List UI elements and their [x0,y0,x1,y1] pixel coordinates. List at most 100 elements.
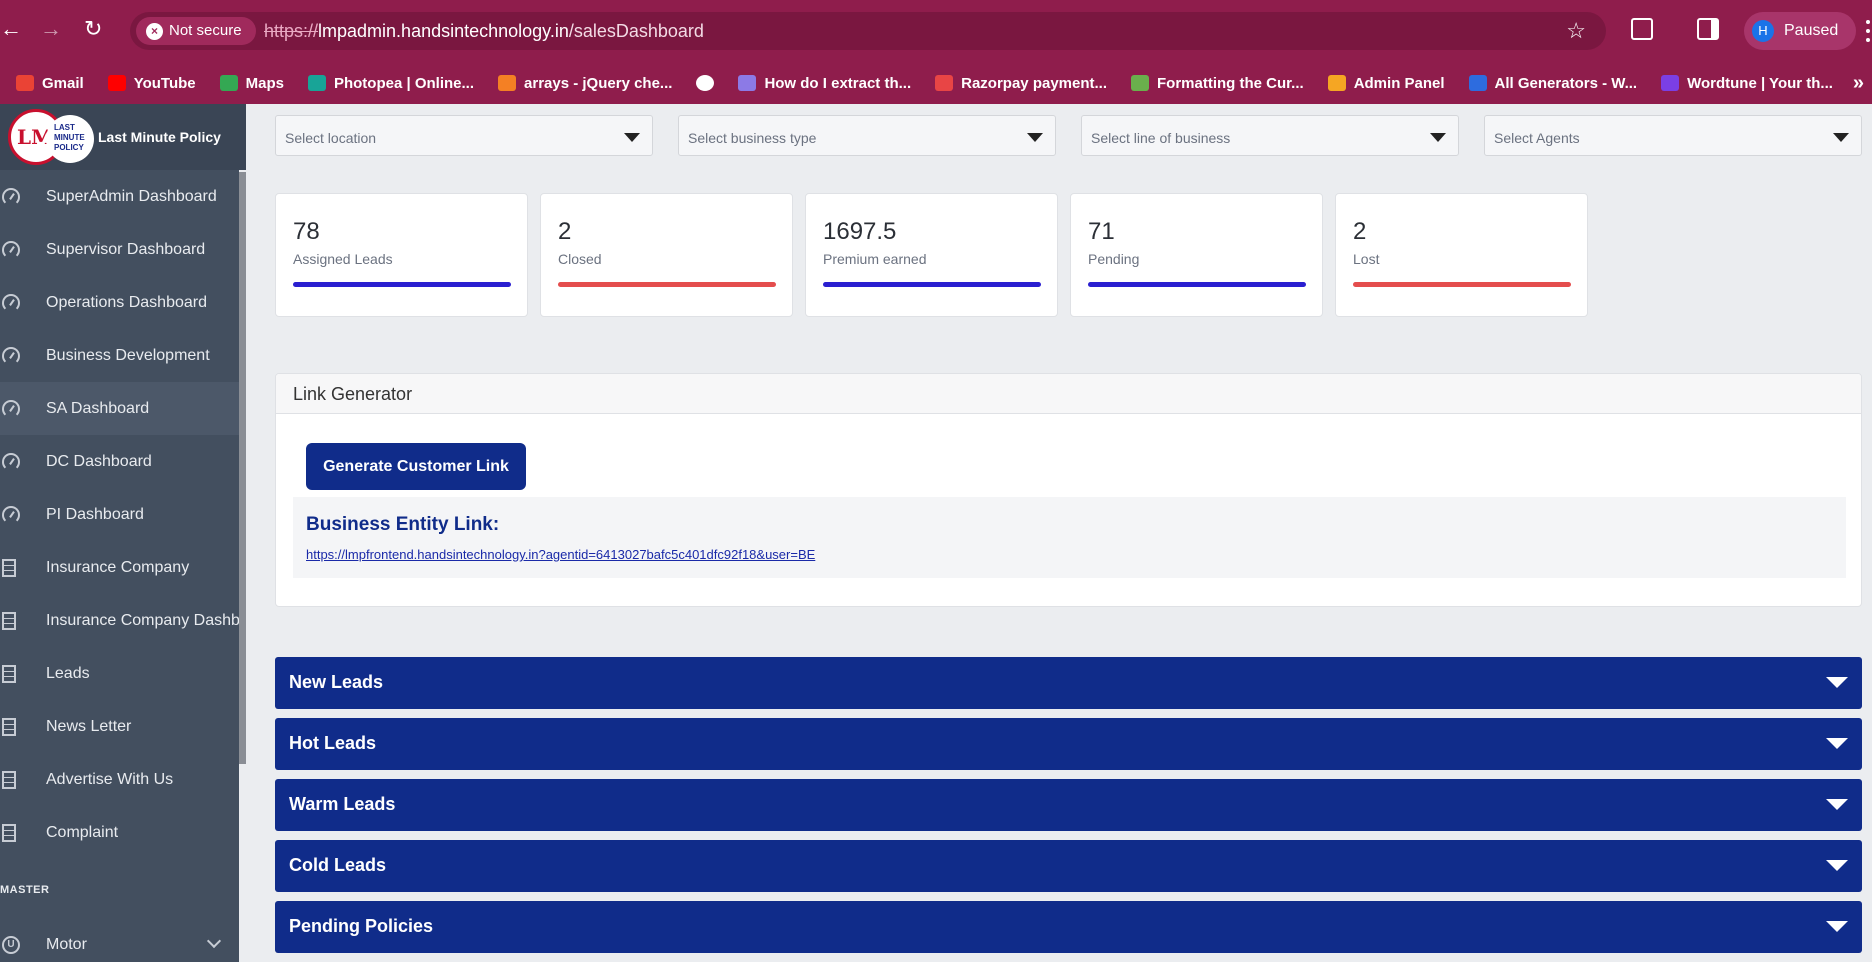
sidebar-item-motor[interactable]: U Motor [0,928,239,962]
bookmark-label: Photopea | Online... [333,74,475,92]
bookmark-favicon-icon [219,75,238,91]
line-of-business-select[interactable]: Select line of business [1081,115,1459,156]
location-select[interactable]: Select location [275,115,653,156]
stat-label: Pending [1088,251,1140,267]
stat-card-closed: 2 Closed [540,193,793,317]
accordion-label: Cold Leads [289,855,387,875]
sidebar-item-label: Business Development [46,346,210,364]
bookmark-item[interactable]: Photopea | Online... [296,62,486,104]
sidebar-item-pi-dashboard[interactable]: PI Dashboard [0,488,239,541]
sidebar-item-advertise-with-us[interactable]: Advertise With Us [0,753,239,806]
caret-down-icon [624,133,640,142]
building-icon [2,770,16,789]
stat-value: 2 [558,218,572,245]
url-path: /salesDashboard [568,21,704,41]
address-bar[interactable]: × Not secure https://lmpadmin.handsintec… [130,12,1606,50]
bookmark-item[interactable]: Gmail [4,62,96,104]
profile-status: Paused [1784,22,1839,39]
agents-select[interactable]: Select Agents [1484,115,1862,156]
extensions-icon[interactable] [1631,18,1653,40]
business-type-select[interactable]: Select business type [678,115,1056,156]
forward-icon[interactable]: → [40,17,62,41]
accordion-new-leads[interactable]: New Leads [275,657,1862,709]
url-text[interactable]: https://lmpadmin.handsintechnology.in/sa… [264,12,704,50]
sidebar-item-label: Complaint [46,823,119,841]
brand[interactable]: LMP LAST MINUTE POLICY Last Minute Policy [0,104,246,170]
accordion-label: Pending Policies [289,916,434,936]
generate-customer-link-button[interactable]: Generate Customer Link [306,443,526,490]
back-icon[interactable]: ← [0,17,22,41]
bookmark-favicon-icon [738,75,757,91]
bookmark-label: Formatting the Cur... [1157,74,1304,92]
profile-button[interactable]: H Paused [1744,12,1856,50]
bookmarks-overflow-icon[interactable]: » [1853,72,1864,95]
accordion-label: Warm Leads [289,794,396,814]
accordion-hot-leads[interactable]: Hot Leads [275,718,1862,770]
bookmark-item[interactable]: Razorpay payment... [923,62,1119,104]
bookmark-favicon-icon [935,75,954,91]
side-panel-icon[interactable] [1697,18,1719,40]
stat-card-premium-earned: 1697.5 Premium earned [805,193,1058,317]
sidebar-item-label: Motor [46,936,87,953]
stat-bar [293,282,511,287]
sidebar-item-insurance-company[interactable]: Insurance Company [0,541,239,594]
bookmark-item[interactable] [684,62,726,104]
bookmark-item[interactable]: arrays - jQuery che... [486,62,684,104]
reload-icon[interactable]: ↻ [84,17,102,41]
bookmark-label: Gmail [42,74,84,92]
sidebar-item-supervisor-dashboard[interactable]: Supervisor Dashboard [0,223,239,276]
sidebar-item-sa-dashboard[interactable]: SA Dashboard [0,382,239,435]
bookmark-item[interactable]: Admin Panel [1316,62,1457,104]
bookmark-item[interactable]: All Generators - W... [1457,62,1650,104]
bookmark-star-icon[interactable]: ☆ [1566,20,1586,42]
accordion-warm-leads[interactable]: Warm Leads [275,779,1862,831]
bookmark-favicon-icon [107,75,126,91]
stat-label: Assigned Leads [293,251,393,267]
bookmark-item[interactable]: YouTube [96,62,208,104]
location-select-placeholder: Select location [285,130,377,146]
building-icon [2,611,16,630]
bookmark-label: Maps [245,74,284,92]
stat-card-pending: 71 Pending [1070,193,1323,317]
logo-word: MINUTE [54,133,85,142]
sidebar-nav: SuperAdmin Dashboard Supervisor Dashboard… [0,170,239,859]
scrollbar-thumb[interactable] [239,172,246,764]
accordion-pending-policies[interactable]: Pending Policies [275,901,1862,953]
bookmark-item[interactable]: Maps [208,62,296,104]
bookmark-label: Admin Panel [1353,74,1445,92]
bookmark-item[interactable]: Formatting the Cur... [1119,62,1316,104]
accordion-cold-leads[interactable]: Cold Leads [275,840,1862,892]
sidebar-item-dc-dashboard[interactable]: DC Dashboard [0,435,239,488]
link-generator-card: Link Generator Generate Customer Link Bu… [275,373,1862,607]
logo-word: POLICY [54,143,84,152]
sidebar-item-label: PI Dashboard [46,505,144,523]
sidebar-item-superadmin-dashboard[interactable]: SuperAdmin Dashboard [0,170,239,223]
sidebar-item-business-development[interactable]: Business Development [0,329,239,382]
sidebar-item-complaint[interactable]: Complaint [0,806,239,859]
motor-icon: U [2,936,20,954]
caret-down-icon [1833,133,1849,142]
sidebar-item-insurance-company-dashb[interactable]: Insurance Company Dashb [0,594,239,647]
bookmark-item[interactable]: Wordtune | Your th... [1649,62,1845,104]
building-icon [2,717,16,736]
business-entity-link[interactable]: https://lmpfrontend.handsintechnology.in… [306,547,815,562]
building-icon [2,664,16,683]
accordion-label: New Leads [289,672,384,692]
bookmark-label: YouTube [133,74,196,92]
sidebar-item-news-letter[interactable]: News Letter [0,700,239,753]
sidebar-item-operations-dashboard[interactable]: Operations Dashboard [0,276,239,329]
menu-icon[interactable] [1866,20,1870,42]
sidebar-item-label: News Letter [46,717,132,735]
stat-bar [1088,282,1306,287]
caret-down-icon [1027,133,1043,142]
sidebar-item-leads[interactable]: Leads [0,647,239,700]
card-title: Link Generator [293,384,413,404]
sidebar-item-label: SA Dashboard [46,399,150,417]
not-secure-chip[interactable]: × Not secure [136,17,256,45]
bookmark-label: Razorpay payment... [961,74,1108,92]
stat-label: Premium earned [823,251,927,267]
gauge-icon [2,452,20,471]
sidebar-item-label: Operations Dashboard [46,293,207,311]
building-icon [2,823,16,842]
bookmark-item[interactable]: How do I extract th... [726,62,923,104]
